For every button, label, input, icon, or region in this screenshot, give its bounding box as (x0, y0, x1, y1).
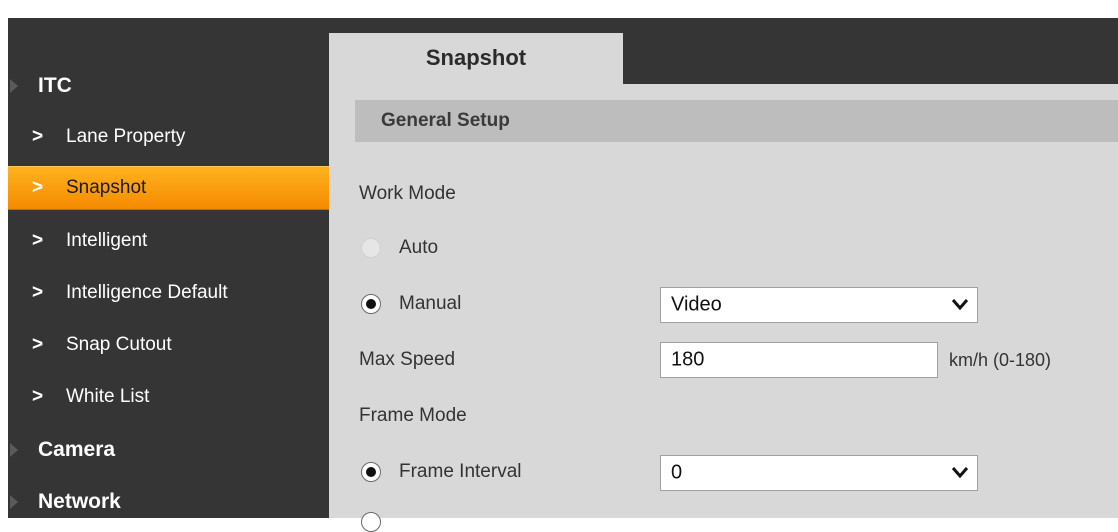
chevron-right-icon: > (32, 230, 44, 251)
work-mode-label: Work Mode (359, 183, 456, 204)
sidebar: ITC > Lane Property > Snapshot > Intelli… (8, 18, 329, 518)
sidebar-item-label: Snapshot (66, 177, 147, 198)
frame-interval-select[interactable]: 0 (660, 455, 978, 491)
collapse-triangle-icon (10, 495, 18, 509)
content-panel: General Setup Work Mode Auto Manual Vide… (329, 84, 1118, 532)
sidebar-item-intelligent[interactable]: > Intelligent (8, 219, 329, 263)
chevron-right-icon: > (32, 177, 44, 198)
manual-radio-label: Manual (399, 293, 462, 314)
sidebar-item-white-list[interactable]: > White List (8, 375, 329, 419)
chevron-down-icon (951, 299, 969, 311)
section-title: General Setup (381, 110, 510, 131)
frame-mode-option-radio[interactable] (361, 512, 381, 532)
sidebar-item-snapshot[interactable]: > Snapshot (8, 166, 329, 210)
chevron-right-icon: > (32, 334, 44, 355)
chevron-right-icon: > (32, 126, 44, 147)
auto-radio-label: Auto (399, 237, 439, 258)
manual-mode-select[interactable]: Video (660, 287, 978, 323)
collapse-triangle-icon (10, 443, 18, 457)
collapse-triangle-icon (10, 79, 18, 93)
sidebar-group-label: ITC (38, 74, 72, 97)
tab-snapshot[interactable]: Snapshot (329, 33, 623, 84)
max-speed-label: Max Speed (359, 349, 456, 370)
auto-radio[interactable] (361, 238, 381, 258)
manual-radio[interactable] (361, 294, 381, 314)
max-speed-input-value: 180 (671, 348, 705, 371)
sidebar-item-lane-property[interactable]: > Lane Property (8, 115, 329, 159)
max-speed-input[interactable]: 180 (660, 342, 938, 378)
manual-mode-select-value: Video (671, 293, 722, 316)
sidebar-item-label: Intelligent (66, 230, 148, 251)
frame-interval-radio-label: Frame Interval (399, 461, 522, 482)
tab-label: Snapshot (425, 45, 527, 70)
frame-mode-label: Frame Mode (359, 405, 467, 426)
frame-interval-select-value: 0 (671, 461, 683, 484)
max-speed-unit: km/h (0-180) (949, 350, 1052, 370)
chevron-right-icon: > (32, 386, 44, 407)
chevron-down-icon (951, 467, 969, 479)
sidebar-group-label: Camera (38, 438, 116, 461)
sidebar-group-network[interactable]: Network (8, 482, 329, 518)
section-header-general-setup: General Setup (355, 100, 1118, 142)
sidebar-group-camera[interactable]: Camera (8, 430, 329, 470)
sidebar-item-intelligence-default[interactable]: > Intelligence Default (8, 271, 329, 315)
sidebar-group-label: Network (38, 490, 121, 513)
sidebar-item-snap-cutout[interactable]: > Snap Cutout (8, 323, 329, 367)
chevron-right-icon: > (32, 282, 44, 303)
frame-interval-radio[interactable] (361, 462, 381, 482)
sidebar-item-label: Snap Cutout (66, 334, 172, 355)
sidebar-item-label: Intelligence Default (66, 282, 228, 303)
sidebar-group-itc[interactable]: ITC (8, 66, 329, 106)
sidebar-item-label: Lane Property (66, 126, 186, 147)
sidebar-item-label: White List (66, 386, 150, 407)
